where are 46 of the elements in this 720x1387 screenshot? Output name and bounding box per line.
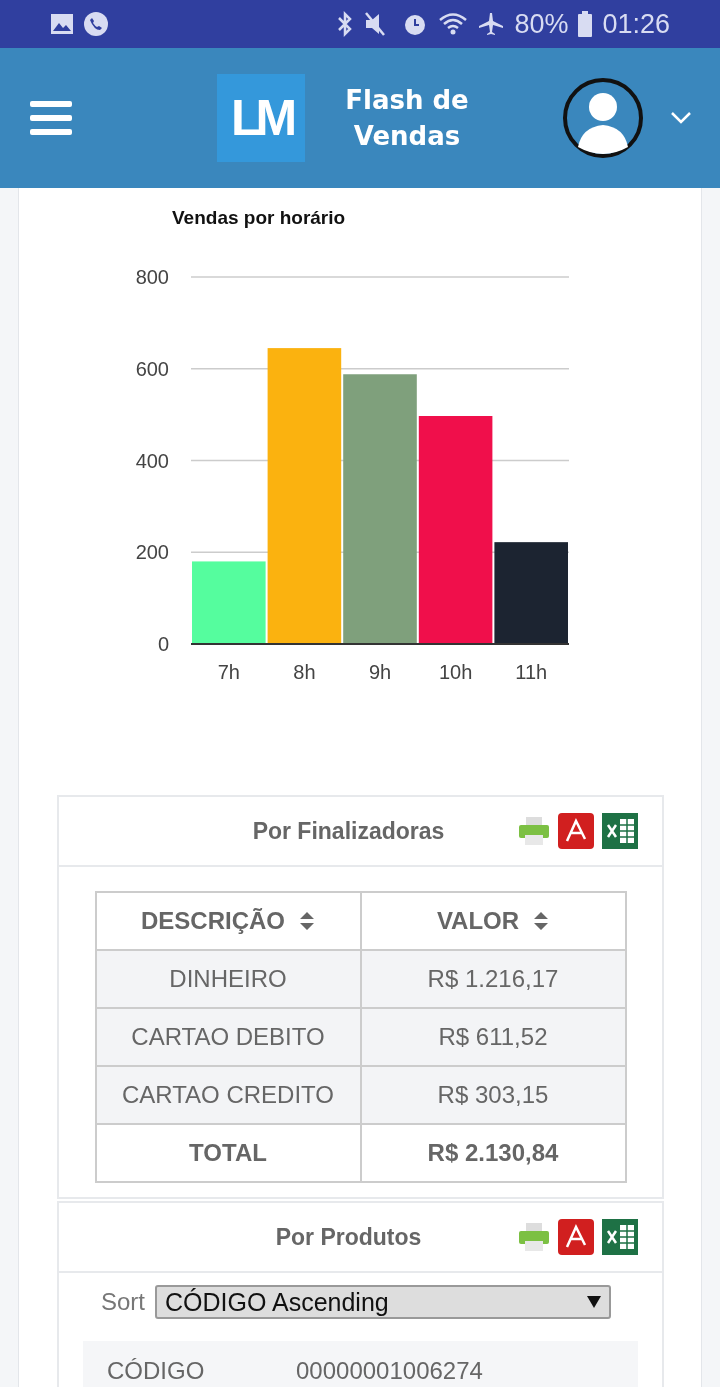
axis-label: 200 <box>135 541 169 564</box>
table-cell: R$ 611,52 <box>360 1008 626 1066</box>
table-cell: R$ 2.130,84 <box>360 1124 626 1182</box>
pdf-icon[interactable] <box>558 1219 594 1255</box>
table-cell: CARTAO CREDITO <box>95 1066 361 1124</box>
spreadsheet-icon[interactable] <box>602 813 638 849</box>
pdf-icon[interactable] <box>558 813 594 849</box>
clock-time: 01:26 <box>602 8 670 40</box>
dropdown-arrow-icon <box>587 1296 601 1308</box>
spreadsheet-icon[interactable] <box>602 1219 638 1255</box>
axis-label: 11h <box>515 661 548 683</box>
airplane-icon <box>478 11 505 37</box>
logo: LM <box>217 74 305 162</box>
axis-label: 7h <box>217 661 240 683</box>
column-header[interactable]: DESCRIÇÃO <box>95 892 361 950</box>
battery-percentage: 80% <box>514 8 569 40</box>
sort-icon <box>299 911 315 931</box>
chart-title: Vendas por horário <box>172 207 347 229</box>
axis-label: 0 <box>157 633 169 655</box>
sort-dropdown[interactable]: CÓDIGO Ascending <box>155 1285 611 1319</box>
column-header[interactable]: VALOR <box>360 892 626 950</box>
sort-icon <box>533 911 550 931</box>
battery-icon <box>578 11 593 37</box>
axis-label: 400 <box>135 449 169 472</box>
image-icon <box>50 13 74 35</box>
table-cell: TOTAL <box>95 1124 361 1182</box>
axis-label: 10h <box>438 661 473 683</box>
app-title: Flash de Vendas <box>344 84 470 153</box>
axis-label: 8h <box>293 661 316 683</box>
panel-title: Por Produtos <box>274 1223 423 1251</box>
axis-label: 9h <box>368 661 392 683</box>
menu-icon[interactable] <box>30 101 72 135</box>
table-cell: R$ 1.216,17 <box>360 950 626 1008</box>
wifi-icon <box>438 11 469 37</box>
table-cell: DINHEIRO <box>95 950 361 1008</box>
avatar-icon[interactable] <box>562 77 644 159</box>
axis-label: 600 <box>135 357 169 380</box>
table-cell: R$ 303,15 <box>360 1066 626 1124</box>
sort-label: Sort <box>101 1288 145 1316</box>
panel-title: Por Finalizadoras <box>251 817 446 845</box>
axis-label: 800 <box>135 266 169 288</box>
field-label: CÓDIGO <box>107 1357 206 1385</box>
chevron-down-icon[interactable] <box>670 111 692 125</box>
phone-icon <box>84 12 108 36</box>
field-value: 00000001006274 <box>296 1357 483 1385</box>
table-cell: CARTAO DEBITO <box>95 1008 361 1066</box>
